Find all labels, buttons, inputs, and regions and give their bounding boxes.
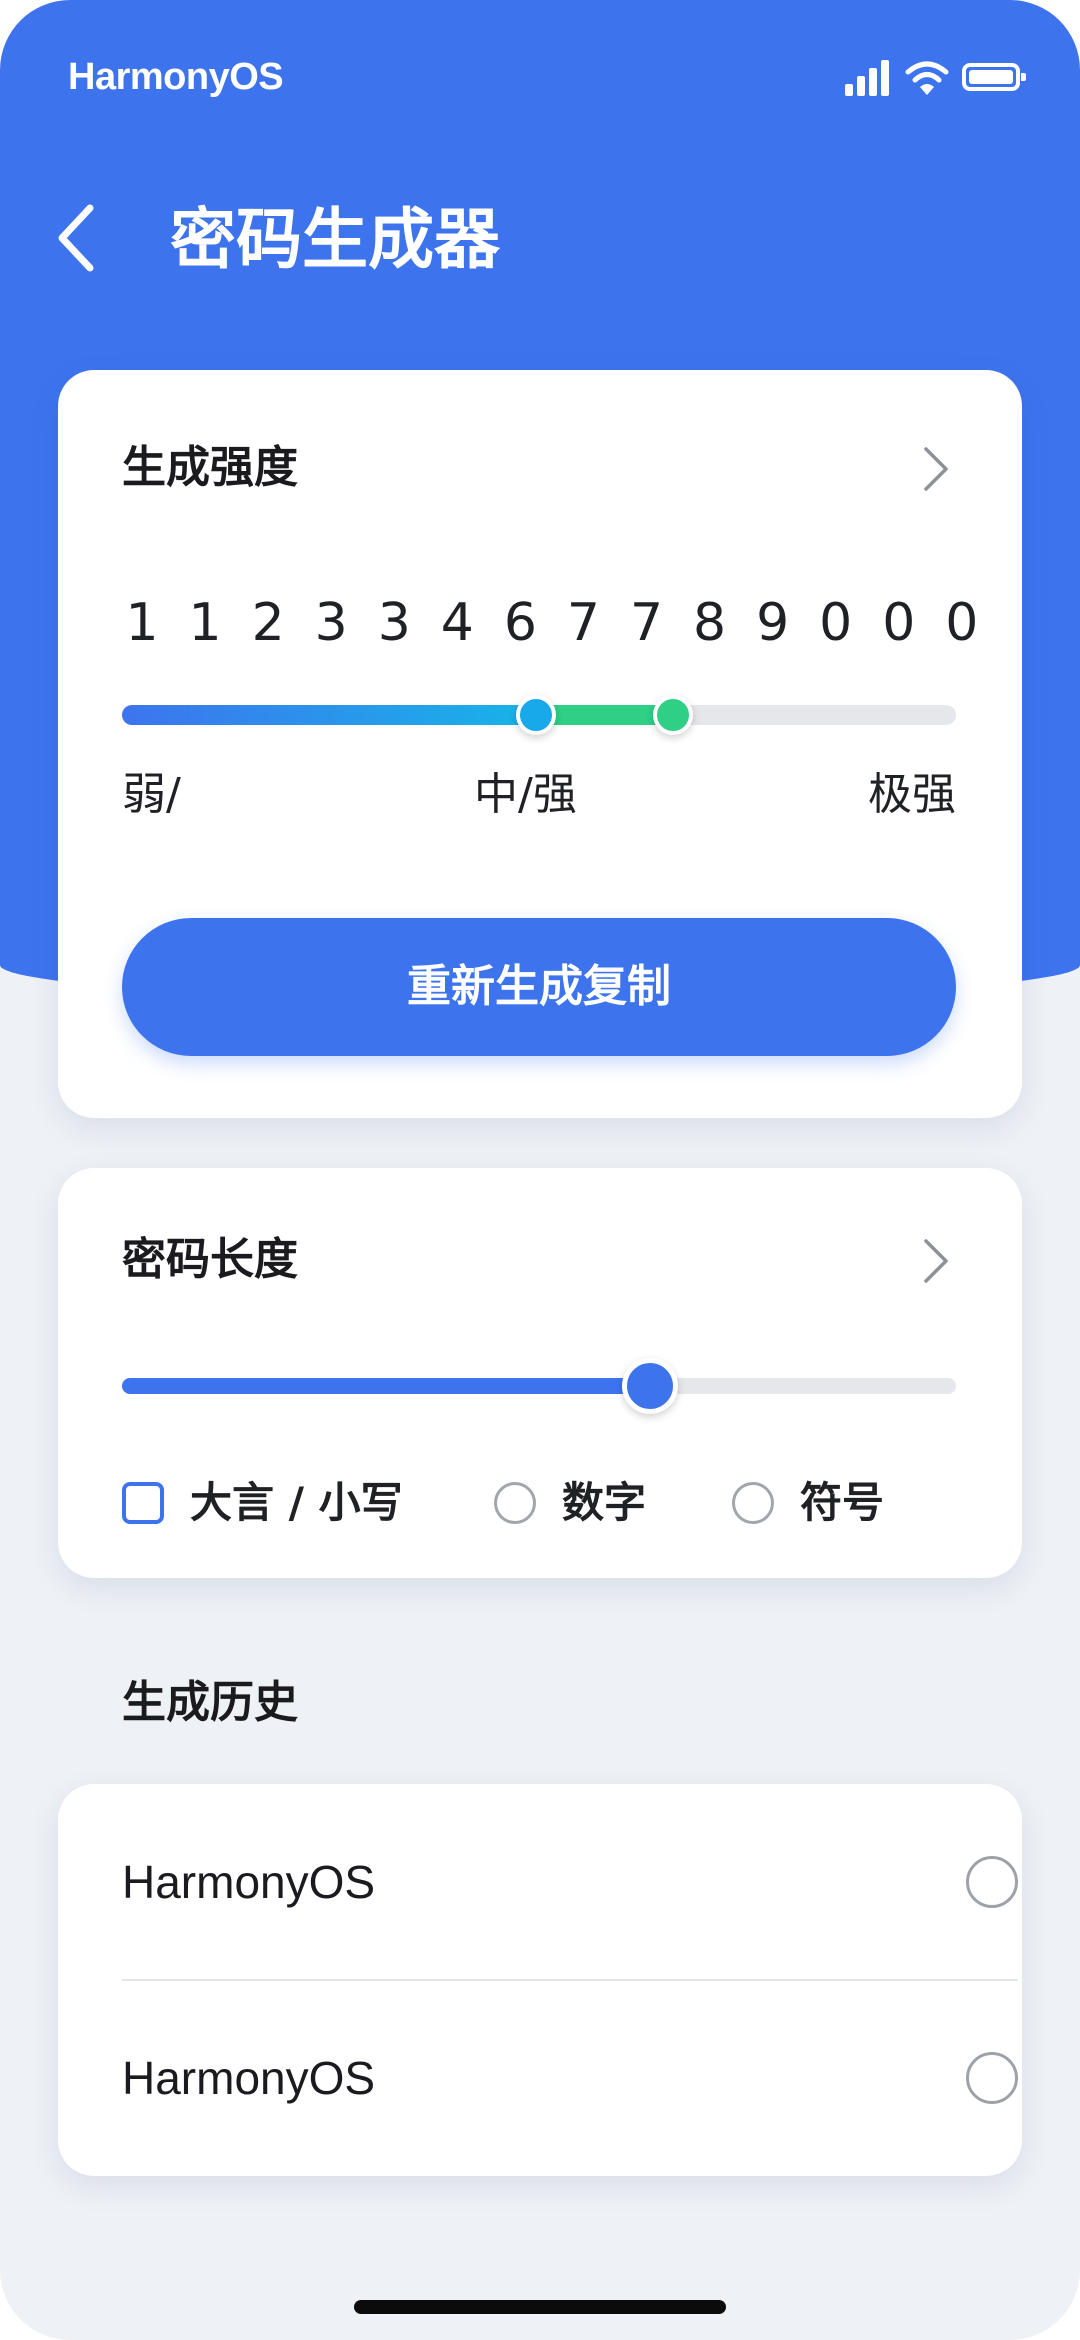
status-bar: HarmonyOS bbox=[0, 0, 1080, 160]
radio-icon[interactable] bbox=[966, 1856, 1018, 1908]
history-section-title: 生成历史 bbox=[122, 1677, 298, 1728]
history-item-name: HarmonyOS bbox=[122, 1856, 376, 1908]
strength-segment-weak bbox=[122, 705, 536, 725]
app-screen: HarmonyOS 密码生成器 生成强度 11233467789000 弱/ 中… bbox=[0, 0, 1080, 2340]
password-digit: 7 bbox=[629, 593, 664, 653]
chevron-right-icon[interactable] bbox=[914, 1236, 958, 1286]
page-title: 密码生成器 bbox=[170, 201, 500, 278]
character-options: 大言 / 小写 数字 符号 bbox=[122, 1468, 982, 1538]
history-item-name: HarmonyOS bbox=[122, 2052, 376, 2104]
length-card-title: 密码长度 bbox=[122, 1234, 298, 1285]
strength-card: 生成强度 11233467789000 弱/ 中/强 极强 重新生成复制 bbox=[58, 370, 1022, 1118]
length-slider-fill bbox=[122, 1378, 650, 1394]
password-digit: 8 bbox=[693, 593, 727, 653]
password-digit: 0 bbox=[882, 593, 916, 653]
password-digit: 3 bbox=[377, 593, 411, 653]
history-card: HarmonyOS HarmonyOS bbox=[58, 1784, 1022, 2176]
strength-card-header[interactable]: 生成强度 bbox=[122, 438, 958, 498]
app-bar: 密码生成器 bbox=[0, 180, 1080, 300]
radio-icon[interactable] bbox=[494, 1482, 536, 1524]
length-slider[interactable] bbox=[122, 1358, 956, 1414]
regenerate-copy-button[interactable]: 重新生成复制 bbox=[122, 918, 956, 1056]
password-digit: 6 bbox=[503, 593, 537, 653]
strength-knob-medium[interactable] bbox=[516, 695, 556, 735]
option-symbols-label: 符号 bbox=[800, 1478, 885, 1527]
radio-icon[interactable] bbox=[732, 1482, 774, 1524]
password-digit: 3 bbox=[314, 593, 348, 653]
password-digit: 2 bbox=[251, 593, 285, 653]
password-digit: 1 bbox=[125, 593, 159, 653]
option-digits-label: 数字 bbox=[562, 1478, 647, 1527]
home-indicator[interactable] bbox=[354, 2300, 726, 2314]
brand-logo: HarmonyOS bbox=[68, 56, 284, 98]
password-digit: 7 bbox=[566, 593, 600, 653]
history-item[interactable]: HarmonyOS bbox=[122, 1980, 1018, 2176]
history-item[interactable]: HarmonyOS bbox=[122, 1784, 1018, 1980]
length-card-header[interactable]: 密码长度 bbox=[122, 1230, 958, 1290]
label-very-strong: 极强 bbox=[868, 769, 956, 820]
strength-slider[interactable] bbox=[122, 695, 956, 735]
signal-icon bbox=[845, 60, 889, 96]
length-card: 密码长度 大言 / 小写 数字 符号 bbox=[58, 1168, 1022, 1578]
radio-icon[interactable] bbox=[966, 2052, 1018, 2104]
strength-knob-strong[interactable] bbox=[653, 695, 693, 735]
length-knob[interactable] bbox=[622, 1358, 678, 1414]
password-digit: 1 bbox=[188, 593, 222, 653]
password-digit: 0 bbox=[945, 593, 979, 653]
generated-password: 11233467789000 bbox=[122, 588, 982, 658]
password-digit: 0 bbox=[819, 593, 853, 653]
chevron-right-icon[interactable] bbox=[914, 444, 958, 494]
strength-card-title: 生成强度 bbox=[122, 442, 298, 493]
label-medium-strong: 中/强 bbox=[474, 769, 577, 820]
wifi-icon bbox=[905, 61, 949, 95]
password-digit: 4 bbox=[440, 593, 474, 653]
label-weak: 弱/ bbox=[122, 769, 181, 820]
option-case-label: 大言 / 小写 bbox=[190, 1478, 403, 1527]
strength-labels: 弱/ 中/强 极强 bbox=[122, 765, 956, 825]
checkbox-icon[interactable] bbox=[122, 1482, 164, 1524]
chevron-left-icon[interactable] bbox=[44, 198, 114, 278]
password-digit: 9 bbox=[756, 593, 790, 653]
battery-icon bbox=[962, 63, 1026, 91]
